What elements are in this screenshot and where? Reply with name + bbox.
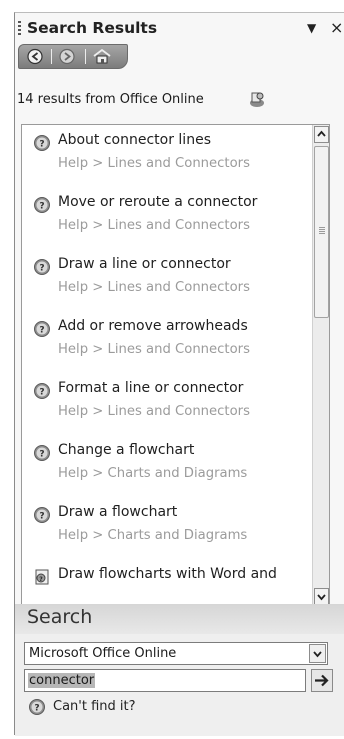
office-online-icon	[248, 91, 266, 113]
result-path: Help > Lines and Connectors	[58, 218, 250, 233]
help-icon: ?	[33, 382, 51, 404]
scroll-up-button[interactable]	[314, 126, 329, 143]
forward-arrow-icon	[59, 48, 75, 65]
help-icon: ?	[33, 444, 51, 466]
search-section: Search Microsoft Office Online connector	[15, 604, 344, 736]
result-path: Help > Charts and Diagrams	[58, 466, 248, 481]
result-item[interactable]: ? Draw flowcharts with Word and	[22, 559, 312, 606]
search-query-text: connector	[28, 673, 96, 688]
result-path: Help > Lines and Connectors	[58, 156, 250, 171]
result-title[interactable]: Draw flowcharts with Word and	[58, 566, 277, 582]
results-list[interactable]: ? About connector lines Help > Lines and C…	[21, 124, 330, 607]
result-path: Help > Charts and Diagrams	[58, 528, 248, 543]
scroll-thumb[interactable]	[314, 146, 329, 318]
result-title[interactable]: About connector lines	[58, 132, 211, 148]
pane-title: Search Results	[27, 19, 158, 37]
back-button[interactable]	[25, 47, 47, 66]
home-icon	[93, 48, 111, 64]
svg-text:?: ?	[39, 576, 43, 583]
result-path: Help > Lines and Connectors	[58, 342, 250, 357]
search-source-dropdown-button[interactable]	[309, 644, 326, 663]
toolbar-separator	[85, 49, 86, 64]
help-icon: ?	[33, 506, 51, 528]
navigation-toolbar	[18, 44, 128, 69]
svg-text:?: ?	[39, 202, 44, 212]
pane-close-button[interactable]: ×	[330, 18, 343, 37]
help-icon: ?	[33, 258, 51, 280]
svg-text:?: ?	[39, 388, 44, 398]
chevron-down-icon	[317, 594, 326, 601]
svg-text:?: ?	[34, 704, 39, 714]
forward-button[interactable]	[57, 47, 79, 66]
result-title[interactable]: Draw a flowchart	[58, 504, 177, 520]
svg-text:?: ?	[39, 264, 44, 274]
help-icon: ?	[33, 134, 51, 156]
thumb-grip	[319, 227, 325, 234]
result-path: Help > Lines and Connectors	[58, 280, 250, 295]
result-title[interactable]: Change a flowchart	[58, 442, 194, 458]
result-title[interactable]: Format a line or connector	[58, 380, 243, 396]
search-source-value: Microsoft Office Online	[29, 646, 177, 661]
result-item[interactable]: ? Format a line or connector Help > Lines …	[22, 373, 312, 435]
search-results-pane: Search Results ▼ × 14 results from Offic…	[14, 12, 344, 736]
result-title[interactable]: Move or reroute a connector	[58, 194, 257, 210]
result-item[interactable]: ? About connector lines Help > Lines and C…	[22, 125, 312, 187]
drag-grip[interactable]	[18, 21, 21, 37]
toolbar-separator	[51, 49, 52, 64]
result-path: Help > Lines and Connectors	[58, 404, 250, 419]
cant-find-it-label: Can't find it?	[53, 699, 136, 714]
results-summary: 14 results from Office Online	[17, 92, 204, 107]
chevron-up-icon	[317, 130, 326, 137]
help-icon: ?	[33, 196, 51, 218]
go-arrow-icon	[315, 674, 329, 687]
result-item[interactable]: ? Draw a line or connector Help > Lines an…	[22, 249, 312, 311]
back-arrow-icon	[27, 48, 43, 65]
help-icon: ?	[33, 320, 51, 342]
pane-title-bar: Search Results ▼ ×	[15, 13, 344, 47]
result-item[interactable]: ? Add or remove arrowheads Help > Lines an…	[22, 311, 312, 373]
search-input[interactable]: connector	[24, 669, 306, 692]
search-heading: Search	[27, 606, 93, 628]
pane-options-dropdown[interactable]: ▼	[307, 21, 316, 35]
result-item[interactable]: ? Change a flowchart Help > Charts and Dia…	[22, 435, 312, 497]
scroll-down-button[interactable]	[314, 588, 329, 605]
result-title[interactable]: Add or remove arrowheads	[58, 318, 248, 334]
svg-text:?: ?	[39, 512, 44, 522]
svg-text:?: ?	[39, 140, 44, 150]
help-icon: ?	[28, 698, 46, 720]
results-scrollbar[interactable]	[312, 125, 329, 606]
search-source-select[interactable]: Microsoft Office Online	[24, 642, 328, 665]
svg-text:?: ?	[39, 326, 44, 336]
document-icon: ?	[33, 568, 51, 590]
start-search-button[interactable]	[311, 669, 333, 692]
result-item[interactable]: ? Draw a flowchart Help > Charts and Diagr…	[22, 497, 312, 559]
home-button[interactable]	[91, 47, 113, 66]
result-item[interactable]: ? Move or reroute a connector Help > Lines…	[22, 187, 312, 249]
result-title[interactable]: Draw a line or connector	[58, 256, 231, 272]
chevron-down-icon	[313, 651, 322, 658]
svg-text:?: ?	[39, 450, 44, 460]
